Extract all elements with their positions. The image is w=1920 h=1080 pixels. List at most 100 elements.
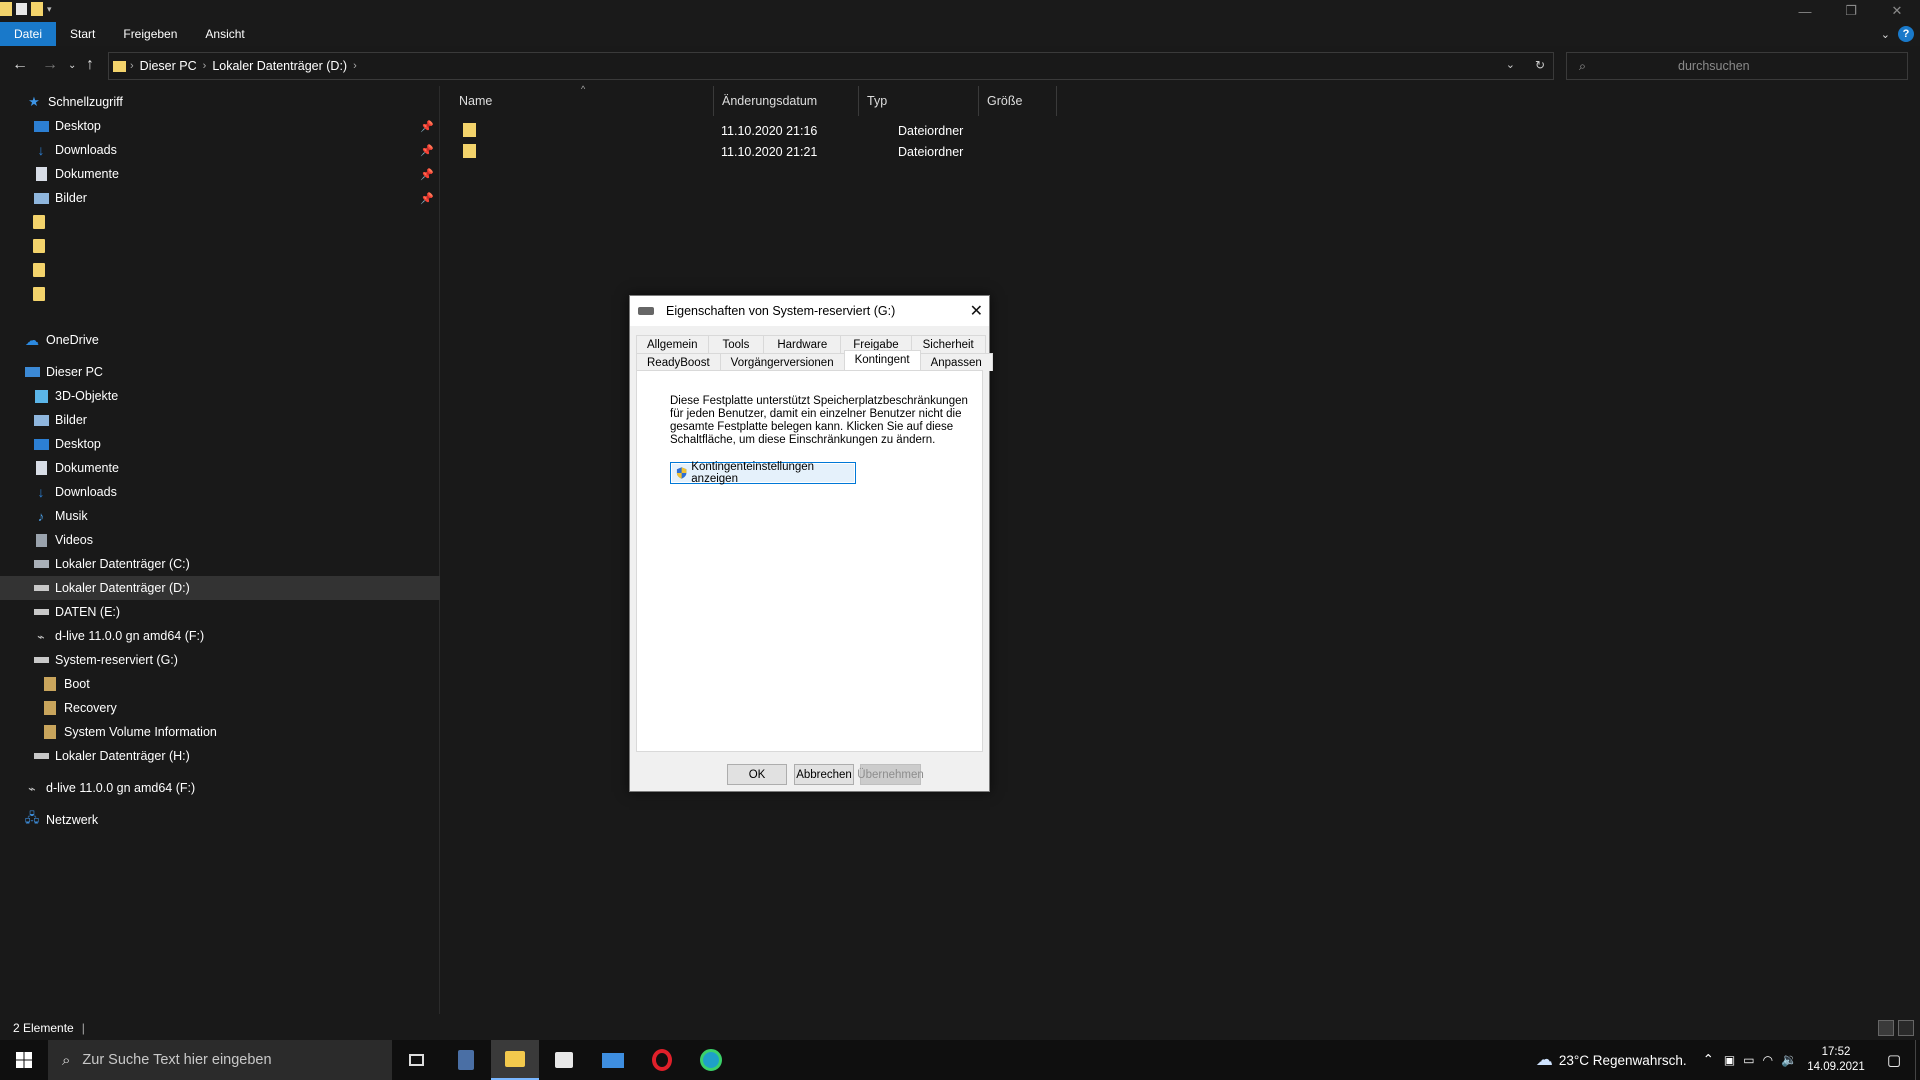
tab-tools[interactable]: Tools (707, 335, 765, 353)
sidebar-item-drive-e[interactable]: DATEN (E:) (0, 600, 440, 624)
download-icon: ↓ (37, 142, 45, 158)
folder-icon (33, 239, 45, 253)
column-header-size[interactable]: Größe (979, 86, 1057, 116)
sidebar-item-system-volume-information[interactable]: System Volume Information (0, 720, 440, 744)
pin-icon[interactable]: 📌 (420, 120, 434, 133)
tab-datei[interactable]: Datei (0, 22, 57, 46)
taskbar-store[interactable] (540, 1040, 588, 1080)
weather-text[interactable]: 23°C Regenwahrsch. (1559, 1053, 1687, 1068)
sidebar-item-drive-d[interactable]: Lokaler Datenträger (D:) (0, 576, 440, 600)
wifi-icon[interactable]: ◠ (1763, 1053, 1773, 1067)
taskbar-opera[interactable] (638, 1040, 686, 1080)
minimize-button[interactable]: — (1782, 0, 1828, 22)
recent-locations-icon[interactable]: ⌄ (68, 60, 76, 71)
show-desktop-button[interactable] (1915, 1040, 1920, 1080)
dialog-close-icon[interactable]: ✕ (970, 301, 983, 321)
sidebar-item-folder[interactable] (0, 282, 440, 306)
address-bar[interactable]: › Dieser PC › Lokaler Datenträger (D:) ›… (108, 52, 1554, 80)
expand-ribbon-icon[interactable]: ⌄ (1881, 28, 1890, 41)
breadcrumb-dieser-pc[interactable]: Dieser PC (140, 59, 197, 73)
sidebar-item-network[interactable]: 🖧 Netzwerk (0, 808, 440, 832)
sidebar-item-usb-drive[interactable]: ⌁ d-live 11.0.0 gn amd64 (F:) (0, 776, 440, 800)
sidebar-item-downloads-pinned[interactable]: ↓ Downloads 📌 (0, 138, 440, 162)
tab-readyboost[interactable]: ReadyBoost (636, 353, 721, 371)
tab-allgemein[interactable]: Allgemein (636, 335, 709, 353)
start-button[interactable] (0, 1040, 48, 1080)
meet-now-icon[interactable]: ▣ (1724, 1053, 1735, 1067)
battery-icon[interactable]: ▭ (1743, 1053, 1754, 1067)
cancel-button[interactable]: Abbrechen (794, 764, 854, 785)
sidebar-item-drive-f[interactable]: ⌁ d-live 11.0.0 gn amd64 (F:) (0, 624, 440, 648)
sidebar-item-pictures-pinned[interactable]: Bilder 📌 (0, 186, 440, 210)
show-quota-settings-button[interactable]: Kontingenteinstellungen anzeigen (670, 461, 856, 485)
sidebar-item-folder[interactable] (0, 234, 440, 258)
close-button[interactable]: ✕ (1874, 0, 1920, 22)
tab-vorgaengerversionen[interactable]: Vorgängerversionen (719, 353, 845, 371)
sidebar-item-documents-pinned[interactable]: Dokumente 📌 (0, 162, 440, 186)
sidebar-item-drive-h[interactable]: Lokaler Datenträger (H:) (0, 744, 440, 768)
taskbar-calculator[interactable] (442, 1040, 490, 1080)
table-row[interactable]: 11.10.2020 21:16 Dateiordner (441, 121, 1061, 141)
sidebar-item-recovery[interactable]: Recovery (0, 696, 440, 720)
sidebar-item-drive-g[interactable]: System-reserviert (G:) (0, 648, 440, 672)
refresh-icon[interactable]: ↻ (1535, 58, 1545, 72)
taskbar-search-input[interactable]: ⌕ Zur Suche Text hier eingeben (48, 1040, 392, 1080)
column-header-name[interactable]: Name ^ (441, 84, 714, 116)
show-hidden-icons-icon[interactable]: ⌃ (1703, 1052, 1714, 1068)
address-dropdown-icon[interactable]: ⌄ (1506, 58, 1515, 72)
volume-icon[interactable]: 🔉 (1781, 1052, 1797, 1068)
pin-icon[interactable]: 📌 (420, 144, 434, 157)
taskbar-edge[interactable] (687, 1040, 735, 1080)
tab-anpassen[interactable]: Anpassen (919, 353, 993, 371)
apply-button[interactable]: Übernehmen (857, 764, 924, 785)
column-header-date[interactable]: Änderungsdatum (714, 86, 859, 116)
breadcrumb-drive-d[interactable]: Lokaler Datenträger (D:) (212, 59, 347, 73)
breadcrumb-separator-icon[interactable]: › (353, 60, 357, 72)
sidebar-item-desktop-pinned[interactable]: Desktop 📌 (0, 114, 440, 138)
forward-arrow-icon[interactable]: → (42, 56, 58, 74)
sidebar-item-3d-objects[interactable]: 3D-Objekte (0, 384, 440, 408)
restore-button[interactable]: ❐ (1828, 0, 1874, 22)
sidebar-item-drive-c[interactable]: Lokaler Datenträger (C:) (0, 552, 440, 576)
notifications-icon[interactable]: ▢ (1887, 1051, 1901, 1069)
tab-kontingent[interactable]: Kontingent (843, 350, 921, 372)
help-icon[interactable]: ? (1898, 26, 1914, 42)
sidebar-item-onedrive[interactable]: ☁ OneDrive (0, 328, 440, 352)
new-folder-icon[interactable] (31, 2, 43, 16)
taskbar-file-explorer[interactable] (491, 1040, 539, 1080)
tab-ansicht[interactable]: Ansicht (191, 22, 258, 46)
up-arrow-icon[interactable]: ↑ (86, 56, 94, 74)
tab-freigeben[interactable]: Freigeben (109, 22, 191, 46)
ok-button[interactable]: OK (727, 764, 787, 785)
sidebar-item-folder[interactable] (0, 258, 440, 282)
sidebar-item-downloads[interactable]: ↓ Downloads (0, 480, 440, 504)
sidebar-item-pictures[interactable]: Bilder (0, 408, 440, 432)
details-view-icon[interactable] (1878, 1020, 1894, 1036)
sidebar-item-boot[interactable]: Boot (0, 672, 440, 696)
breadcrumb-separator-icon[interactable]: › (130, 60, 134, 72)
clock[interactable]: 17:52 14.09.2021 (1807, 1045, 1865, 1075)
weather-cloud-icon[interactable]: ☁ (1536, 1050, 1553, 1070)
sidebar-item-music[interactable]: ♪ Musik (0, 504, 440, 528)
tab-sicherheit[interactable]: Sicherheit (910, 335, 986, 353)
large-icons-view-icon[interactable] (1898, 1020, 1914, 1036)
sidebar-item-desktop[interactable]: Desktop (0, 432, 440, 456)
pin-icon[interactable]: 📌 (420, 192, 434, 205)
properties-icon[interactable] (16, 3, 27, 15)
taskbar-mail[interactable] (589, 1040, 637, 1080)
tab-hardware[interactable]: Hardware (763, 335, 842, 353)
sidebar-item-videos[interactable]: Videos (0, 528, 440, 552)
sidebar-item-quick-access[interactable]: ★ Schnellzugriff (0, 90, 440, 114)
task-view-button[interactable] (392, 1040, 440, 1080)
tab-start[interactable]: Start (56, 22, 109, 46)
back-arrow-icon[interactable]: ← (12, 56, 28, 74)
pin-icon[interactable]: 📌 (420, 168, 434, 181)
sidebar-item-documents[interactable]: Dokumente (0, 456, 440, 480)
qat-dropdown-icon[interactable]: ▾ (47, 4, 52, 15)
sidebar-item-folder[interactable] (0, 210, 440, 234)
sidebar-item-this-pc[interactable]: Dieser PC (0, 360, 440, 384)
column-header-type[interactable]: Typ (859, 86, 979, 116)
table-row[interactable]: 11.10.2020 21:21 Dateiordner (441, 142, 1061, 162)
search-input[interactable]: ⌕ durchsuchen (1566, 52, 1908, 80)
breadcrumb-separator-icon[interactable]: › (203, 60, 207, 72)
